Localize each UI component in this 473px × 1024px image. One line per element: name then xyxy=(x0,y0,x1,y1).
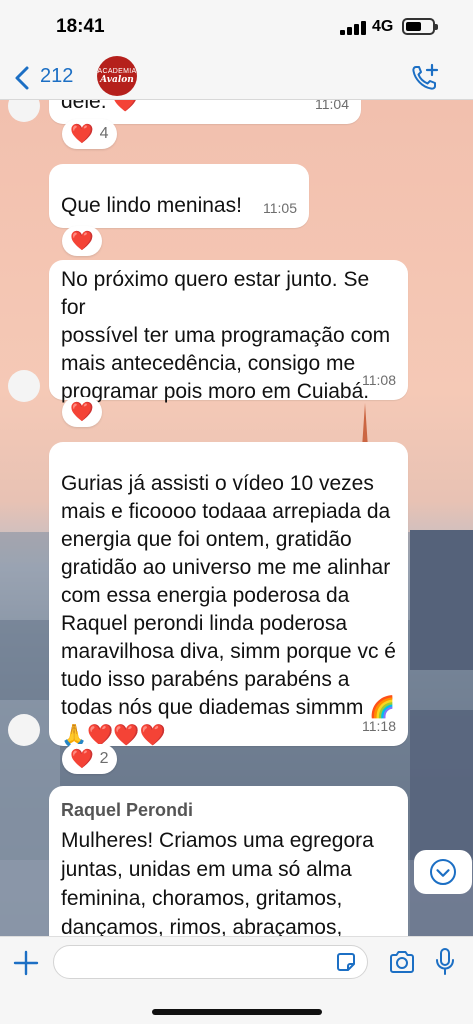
chat-header: 212 ACADEMIA Avalon xyxy=(0,56,473,100)
group-avatar[interactable]: ACADEMIA Avalon xyxy=(97,56,137,96)
message-text: Mulheres! Criamos uma egregora juntas, u… xyxy=(61,829,374,936)
reaction-heart: ❤️ xyxy=(70,401,94,423)
message-time: 11:08 xyxy=(362,372,396,388)
microphone-icon[interactable] xyxy=(435,947,455,977)
sticker-icon[interactable] xyxy=(334,950,358,974)
message-time: 11:05 xyxy=(263,200,297,216)
reaction-pill[interactable]: ❤️ 2 xyxy=(62,744,117,774)
reaction-count: 2 xyxy=(99,750,109,767)
network-type: 4G xyxy=(372,18,394,35)
reaction-heart: ❤️ xyxy=(70,748,94,770)
message-bubble[interactable]: Que lindo meninas! 11:05 xyxy=(49,164,309,228)
camera-icon[interactable] xyxy=(388,949,416,975)
scroll-down-button[interactable] xyxy=(414,850,472,894)
message-bubble[interactable]: Raquel Perondi Mulheres! Criamos uma egr… xyxy=(49,786,408,936)
plus-icon[interactable] xyxy=(12,949,40,977)
sender-avatar[interactable] xyxy=(8,714,40,746)
sender-avatar[interactable] xyxy=(8,100,40,122)
add-call-icon[interactable] xyxy=(410,62,440,92)
reaction-heart: ❤️ xyxy=(70,123,94,145)
input-bar xyxy=(0,936,473,1024)
status-time: 18:41 xyxy=(56,16,105,37)
status-bar: 18:41 4G xyxy=(0,0,473,56)
avatar-line2: Avalon xyxy=(100,75,134,85)
reaction-pill[interactable]: ❤️ xyxy=(62,397,102,427)
sender-avatar[interactable] xyxy=(8,370,40,402)
reaction-pill[interactable]: ❤️ xyxy=(62,226,102,256)
home-indicator xyxy=(152,1009,322,1015)
avatar-line1: ACADEMIA xyxy=(97,68,137,75)
signal-icon xyxy=(340,21,366,35)
chevron-down-icon xyxy=(436,869,450,877)
reaction-pill[interactable]: ❤️ 4 xyxy=(62,119,117,149)
sender-name[interactable]: Raquel Perondi xyxy=(49,786,408,826)
message-text: Gurias já assisti o vídeo 10 vezes mais … xyxy=(61,472,396,747)
message-bubble[interactable]: Gurias já assisti o vídeo 10 vezes mais … xyxy=(49,442,408,747)
chat-area[interactable]: dele. ❤️ 11:04 ❤️ 4 Que lindo meninas! 1… xyxy=(0,100,473,936)
chevron-left-icon[interactable] xyxy=(12,64,34,92)
message-input[interactable] xyxy=(53,945,368,979)
reaction-count: 4 xyxy=(99,125,109,142)
back-count[interactable]: 212 xyxy=(40,65,73,88)
message-time: 11:04 xyxy=(315,100,349,112)
battery-icon xyxy=(402,18,438,35)
message-time: 11:18 xyxy=(362,718,396,734)
reaction-heart: ❤️ xyxy=(70,230,94,252)
message-bubble[interactable]: No próximo quero estar junto. Se for pos… xyxy=(49,260,408,403)
message-text: No próximo quero estar junto. Se for pos… xyxy=(61,268,391,403)
